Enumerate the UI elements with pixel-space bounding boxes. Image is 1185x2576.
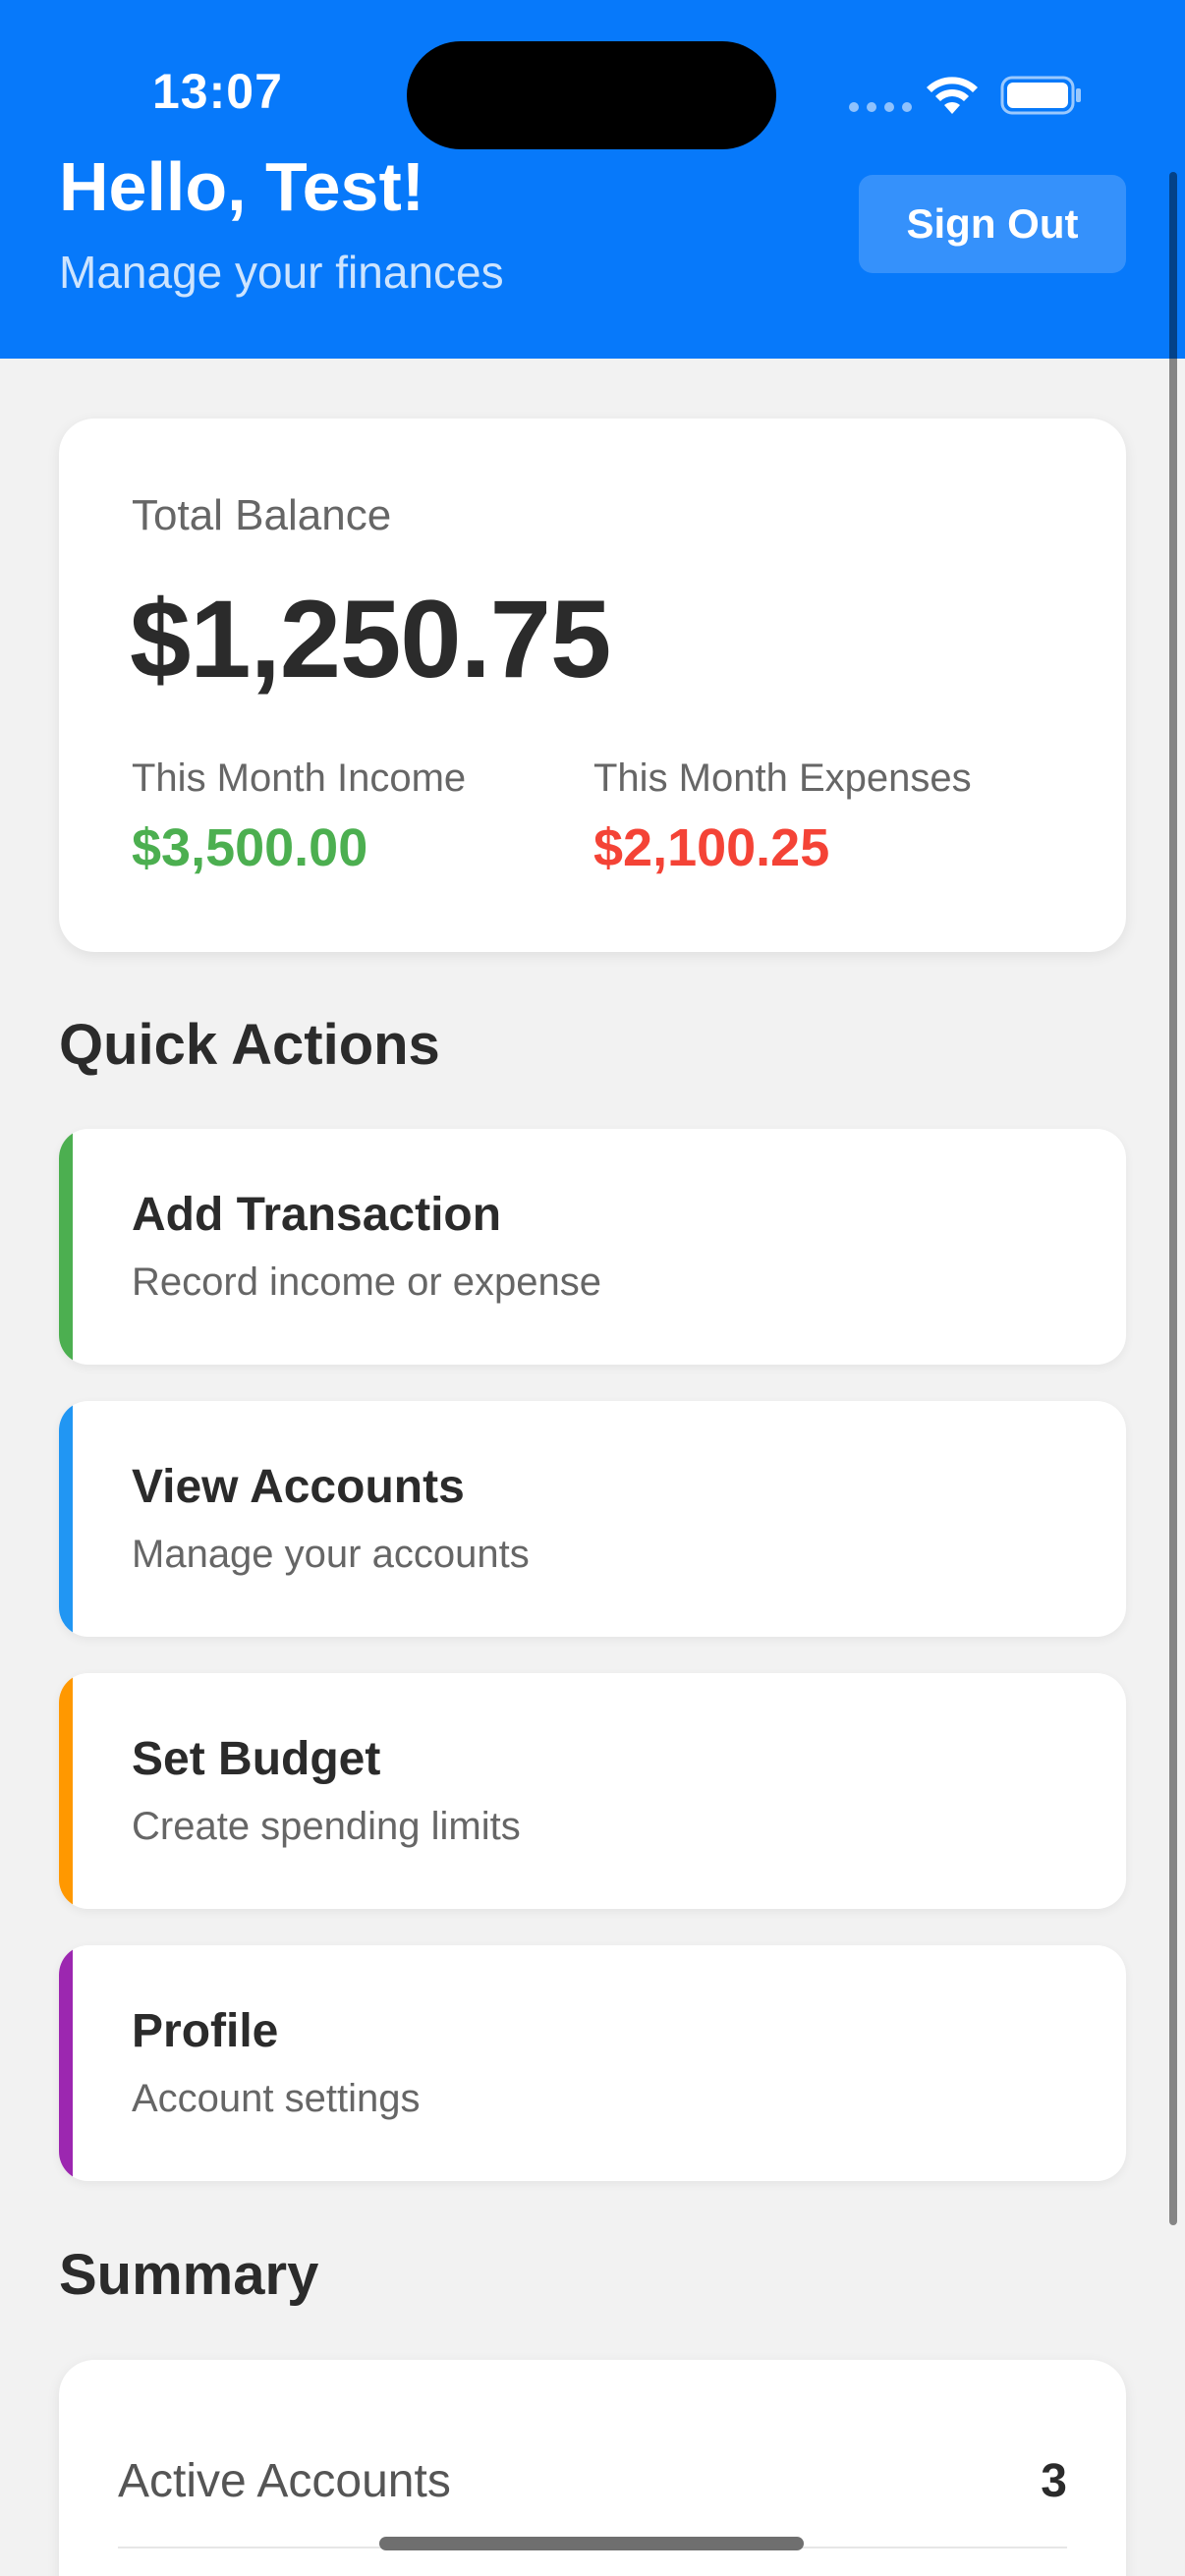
total-balance-value: $1,250.75 (130, 578, 611, 700)
total-balance-label: Total Balance (132, 491, 392, 539)
greeting-subtitle: Manage your finances (59, 247, 504, 298)
income-label: This Month Income (132, 756, 467, 800)
status-time: 13:07 (152, 64, 283, 119)
card-accent (59, 1945, 73, 2181)
action-title: View Accounts (132, 1461, 465, 1513)
action-title: Add Transaction (132, 1189, 502, 1241)
cellular-signal-icon (849, 102, 912, 112)
balance-card: Total Balance $1,250.75 This Month Incom… (59, 419, 1126, 952)
expenses-value: $2,100.25 (593, 818, 830, 877)
action-title: Set Budget (132, 1733, 381, 1785)
card-accent (59, 1673, 73, 1909)
action-subtitle: Account settings (132, 2077, 421, 2120)
sign-out-button[interactable]: Sign Out (859, 175, 1126, 273)
quick-actions-title: Quick Actions (59, 1013, 440, 1077)
profile-card[interactable]: Profile Account settings (59, 1945, 1126, 2181)
card-accent (59, 1401, 73, 1637)
action-subtitle: Manage your accounts (132, 1533, 530, 1576)
home-screen: 13:07 Hello, Test! Manage your finances … (0, 0, 1185, 2576)
card-accent (59, 1129, 73, 1365)
greeting-title: Hello, Test! (59, 148, 425, 225)
action-title: Profile (132, 2005, 279, 2057)
dynamic-island (407, 41, 776, 149)
view-accounts-card[interactable]: View Accounts Manage your accounts (59, 1401, 1126, 1637)
active-accounts-value: 3 (1041, 2455, 1067, 2507)
summary-title: Summary (59, 2243, 319, 2307)
income-value: $3,500.00 (132, 818, 368, 877)
header: 13:07 Hello, Test! Manage your finances … (0, 0, 1185, 359)
add-transaction-card[interactable]: Add Transaction Record income or expense (59, 1129, 1126, 1365)
expenses-label: This Month Expenses (593, 756, 972, 800)
action-subtitle: Create spending limits (132, 1805, 521, 1848)
home-indicator[interactable] (379, 2537, 804, 2550)
set-budget-card[interactable]: Set Budget Create spending limits (59, 1673, 1126, 1909)
active-accounts-label: Active Accounts (118, 2455, 451, 2507)
action-subtitle: Record income or expense (132, 1260, 602, 1304)
battery-icon (1000, 76, 1081, 115)
wifi-icon (927, 77, 978, 114)
scrollbar[interactable] (1169, 172, 1177, 2225)
